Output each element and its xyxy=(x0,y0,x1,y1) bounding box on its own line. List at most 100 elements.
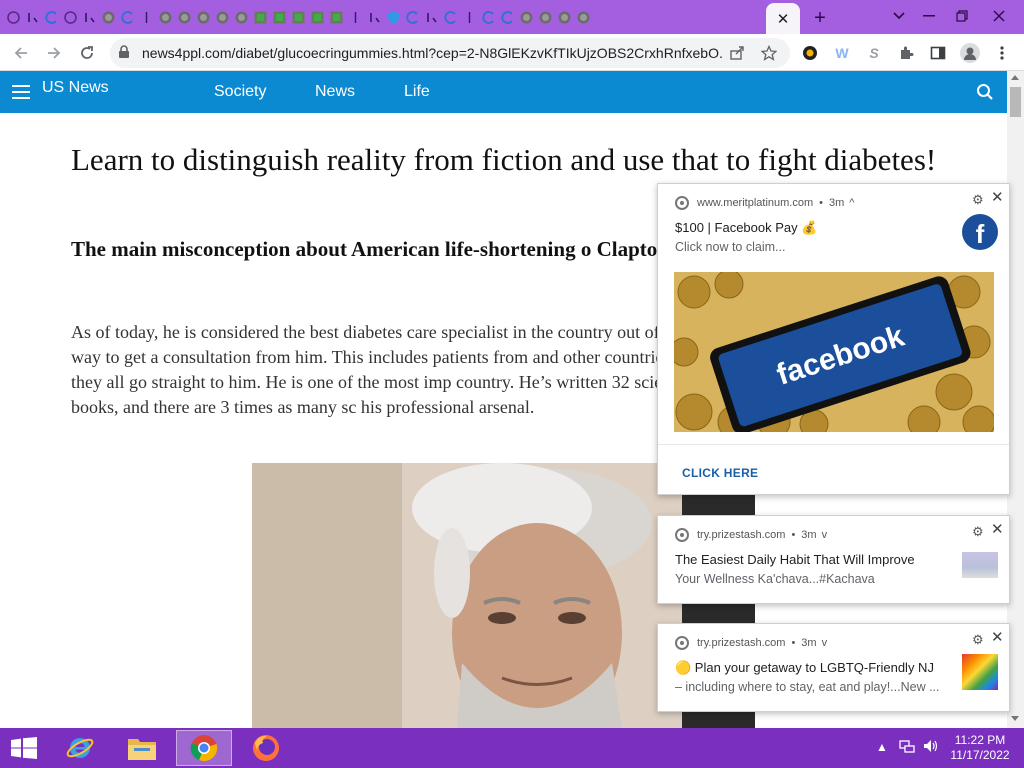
green-puzzle-icon[interactable] xyxy=(327,8,346,27)
menu-kebab-icon[interactable] xyxy=(992,43,1012,63)
firefox-icon[interactable] xyxy=(238,730,294,766)
gray-circle-icon[interactable] xyxy=(232,8,251,27)
gear-icon[interactable]: ⚙ xyxy=(972,632,984,648)
tab-search-icon[interactable] xyxy=(884,4,914,28)
gear-icon[interactable]: ⚙ xyxy=(972,192,984,208)
separator-dot: • xyxy=(791,529,796,541)
article-headline: Learn to distinguish reality from fictio… xyxy=(71,142,937,177)
shield-icon[interactable] xyxy=(384,8,403,27)
notification-body: Your Wellness Ka'chava...#Kachava xyxy=(675,572,875,586)
internet-explorer-icon[interactable] xyxy=(52,730,108,766)
gray-circle-icon[interactable] xyxy=(555,8,574,27)
blue-c-icon[interactable] xyxy=(441,8,460,27)
bookmark-star-icon[interactable] xyxy=(759,43,779,63)
link-icon[interactable] xyxy=(422,8,441,27)
tick-icon[interactable] xyxy=(460,8,479,27)
link-icon[interactable] xyxy=(23,8,42,27)
notification-wellness[interactable]: try.prizestash.com • 3m v ⚙ ✕ The Easies… xyxy=(657,515,1010,604)
notification-image: facebook xyxy=(674,272,994,432)
scroll-down-arrow-icon[interactable] xyxy=(1011,716,1019,721)
lock-icon[interactable] xyxy=(118,45,130,64)
notification-source: try.prizestash.com xyxy=(697,529,786,541)
tick-icon[interactable] xyxy=(137,8,156,27)
gray-circle-icon[interactable] xyxy=(175,8,194,27)
click-here-button[interactable]: CLICK HERE xyxy=(682,466,758,480)
rainbow-thumbnail xyxy=(962,654,998,690)
active-tab[interactable]: ✕ xyxy=(766,3,800,34)
nav-link-news[interactable]: News xyxy=(315,83,355,101)
close-icon[interactable]: ✕ xyxy=(991,628,1004,646)
file-explorer-icon[interactable] xyxy=(114,730,170,766)
green-puzzle-icon[interactable] xyxy=(251,8,270,27)
minimize-icon[interactable] xyxy=(914,4,944,28)
restore-icon[interactable] xyxy=(947,4,977,28)
back-icon[interactable] xyxy=(8,40,34,66)
expand-caret-icon[interactable]: v xyxy=(822,637,828,649)
blue-c-icon[interactable] xyxy=(498,8,517,27)
ring-icon[interactable] xyxy=(61,8,80,27)
tick-icon[interactable] xyxy=(346,8,365,27)
blue-c-icon[interactable] xyxy=(403,8,422,27)
green-puzzle-icon[interactable] xyxy=(308,8,327,27)
extension-s-icon[interactable]: S xyxy=(864,43,884,63)
gray-circle-icon[interactable] xyxy=(536,8,555,27)
volume-icon[interactable] xyxy=(922,738,940,757)
notification-title: $100 | Facebook Pay 💰 xyxy=(675,220,818,235)
gray-circle-icon[interactable] xyxy=(156,8,175,27)
expand-caret-icon[interactable]: v xyxy=(822,529,828,541)
site-brand[interactable]: US News xyxy=(42,79,109,97)
chrome-icon xyxy=(675,528,689,542)
new-tab-button[interactable]: + xyxy=(808,6,832,30)
address-bar[interactable]: news4ppl.com/diabet/glucoecringummies.ht… xyxy=(110,38,790,68)
notification-source: try.prizestash.com xyxy=(697,637,786,649)
blue-c-icon[interactable] xyxy=(479,8,498,27)
extensions-puzzle-icon[interactable] xyxy=(896,43,916,63)
scroll-thumb[interactable] xyxy=(1010,87,1021,117)
extension-1-icon[interactable] xyxy=(800,43,820,63)
facebook-logo-icon: f xyxy=(962,214,998,250)
start-windows-icon[interactable] xyxy=(0,730,48,766)
url-text[interactable]: news4ppl.com/diabet/glucoecringummies.ht… xyxy=(142,45,722,61)
green-puzzle-icon[interactable] xyxy=(270,8,289,27)
chrome-taskbar-icon[interactable] xyxy=(176,730,232,766)
notification-body: Click now to claim... xyxy=(675,240,786,254)
blue-c-icon[interactable] xyxy=(118,8,137,27)
collapse-caret-icon[interactable]: ^ xyxy=(849,197,854,209)
blue-c-icon[interactable] xyxy=(42,8,61,27)
side-panel-icon[interactable] xyxy=(928,43,948,63)
share-icon[interactable] xyxy=(727,43,747,63)
close-window-icon[interactable] xyxy=(984,4,1014,28)
notification-age: 3m xyxy=(801,637,817,649)
close-icon[interactable]: ✕ xyxy=(991,520,1004,538)
system-clock[interactable]: 11:22 PM 11/17/2022 xyxy=(944,733,1016,763)
gray-circle-icon[interactable] xyxy=(517,8,536,27)
search-icon[interactable] xyxy=(976,83,994,106)
notification-body: – including where to stay, eat and play!… xyxy=(675,680,940,694)
close-icon[interactable]: ✕ xyxy=(991,188,1004,206)
gear-icon[interactable]: ⚙ xyxy=(972,524,984,540)
notification-facebook-pay[interactable]: www.meritplatinum.com • 3m ^ ⚙ ✕ $100 | … xyxy=(657,183,1010,495)
gray-circle-icon[interactable] xyxy=(213,8,232,27)
gray-circle-icon[interactable] xyxy=(99,8,118,27)
extension-w-icon[interactable]: W xyxy=(832,43,852,63)
forward-icon[interactable] xyxy=(41,40,67,66)
reload-icon[interactable] xyxy=(74,40,100,66)
nav-link-life[interactable]: Life xyxy=(404,83,430,101)
close-tab-icon[interactable]: ✕ xyxy=(777,10,790,28)
gray-circle-icon[interactable] xyxy=(574,8,593,27)
network-icon[interactable] xyxy=(899,738,915,757)
notification-getaway[interactable]: try.prizestash.com • 3m v ⚙ ✕ 🟡 Plan you… xyxy=(657,623,1010,712)
tab-icons-row xyxy=(4,6,764,28)
scroll-up-arrow-icon[interactable] xyxy=(1011,75,1019,80)
notification-age: 3m xyxy=(801,529,817,541)
green-puzzle-icon[interactable] xyxy=(289,8,308,27)
link-icon[interactable] xyxy=(365,8,384,27)
taskbar: ▲ 11:22 PM 11/17/2022 xyxy=(0,728,1024,768)
gray-circle-icon[interactable] xyxy=(194,8,213,27)
nav-link-society[interactable]: Society xyxy=(214,83,266,101)
hamburger-menu-icon[interactable] xyxy=(12,85,30,99)
tray-arrow-icon[interactable]: ▲ xyxy=(876,740,888,754)
link-icon[interactable] xyxy=(80,8,99,27)
profile-avatar-icon[interactable] xyxy=(960,43,980,63)
ring-icon[interactable] xyxy=(4,8,23,27)
